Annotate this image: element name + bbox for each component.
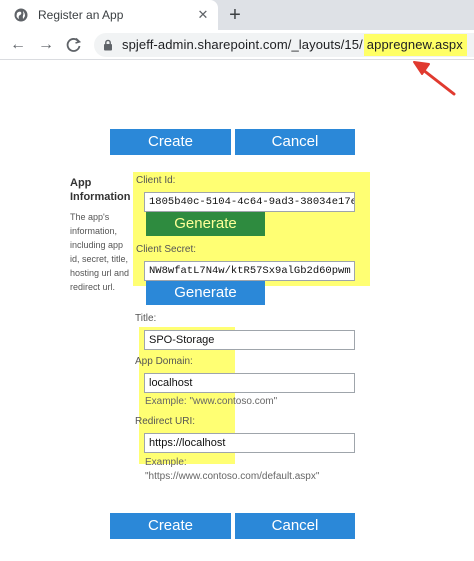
generate-client-id-button[interactable]: Generate xyxy=(146,212,265,236)
url-text: spjeff-admin.sharepoint.com/_layouts/15/… xyxy=(122,34,467,56)
app-domain-label: App Domain: xyxy=(135,356,193,367)
new-tab-button[interactable]: + xyxy=(224,4,246,26)
client-id-field[interactable]: 1805b40c-5104-4c64-9ad3-38034e17e9 xyxy=(144,192,355,212)
redirect-uri-example-label: Example: xyxy=(145,457,187,468)
cancel-button-top[interactable]: Cancel xyxy=(235,129,355,155)
tab-title: Register an App xyxy=(38,8,124,22)
globe-icon xyxy=(14,8,28,22)
tab-register-app[interactable]: Register an App ✕ xyxy=(0,0,218,30)
generate-client-secret-button[interactable]: Generate xyxy=(146,281,265,305)
section-description: The app's information, including app id,… xyxy=(70,212,130,292)
client-secret-field[interactable]: NW8wfatL7N4w/ktR57Sx9alGb2d60pwm xyxy=(144,261,355,281)
create-button-bottom[interactable]: Create xyxy=(110,513,231,539)
forward-arrow-icon[interactable]: → xyxy=(36,35,56,55)
close-tab-icon[interactable]: ✕ xyxy=(194,6,212,24)
create-button-top[interactable]: Create xyxy=(110,129,231,155)
reload-icon[interactable] xyxy=(64,35,84,55)
tab-strip: Register an App ✕ + xyxy=(0,0,474,30)
lock-icon xyxy=(104,39,112,51)
redirect-uri-field[interactable]: https://localhost xyxy=(144,433,355,453)
url-prefix: spjeff-admin.sharepoint.com/_layouts/15/ xyxy=(122,37,363,52)
client-id-label: Client Id: xyxy=(136,175,176,186)
app-domain-field[interactable]: localhost xyxy=(144,373,355,393)
back-arrow-icon[interactable]: ← xyxy=(8,35,28,55)
client-secret-label: Client Secret: xyxy=(136,244,197,255)
red-arrow-annotation-icon xyxy=(413,61,456,96)
title-label: Title: xyxy=(135,313,157,324)
redirect-uri-example-value: "https://www.contoso.com/default.aspx" xyxy=(145,471,320,482)
cancel-button-bottom[interactable]: Cancel xyxy=(235,513,355,539)
title-field[interactable]: SPO-Storage xyxy=(144,330,355,350)
app-domain-example: Example: "www.contoso.com" xyxy=(145,396,278,407)
redirect-uri-label: Redirect URI: xyxy=(135,416,196,427)
section-title: App Information xyxy=(70,177,131,203)
